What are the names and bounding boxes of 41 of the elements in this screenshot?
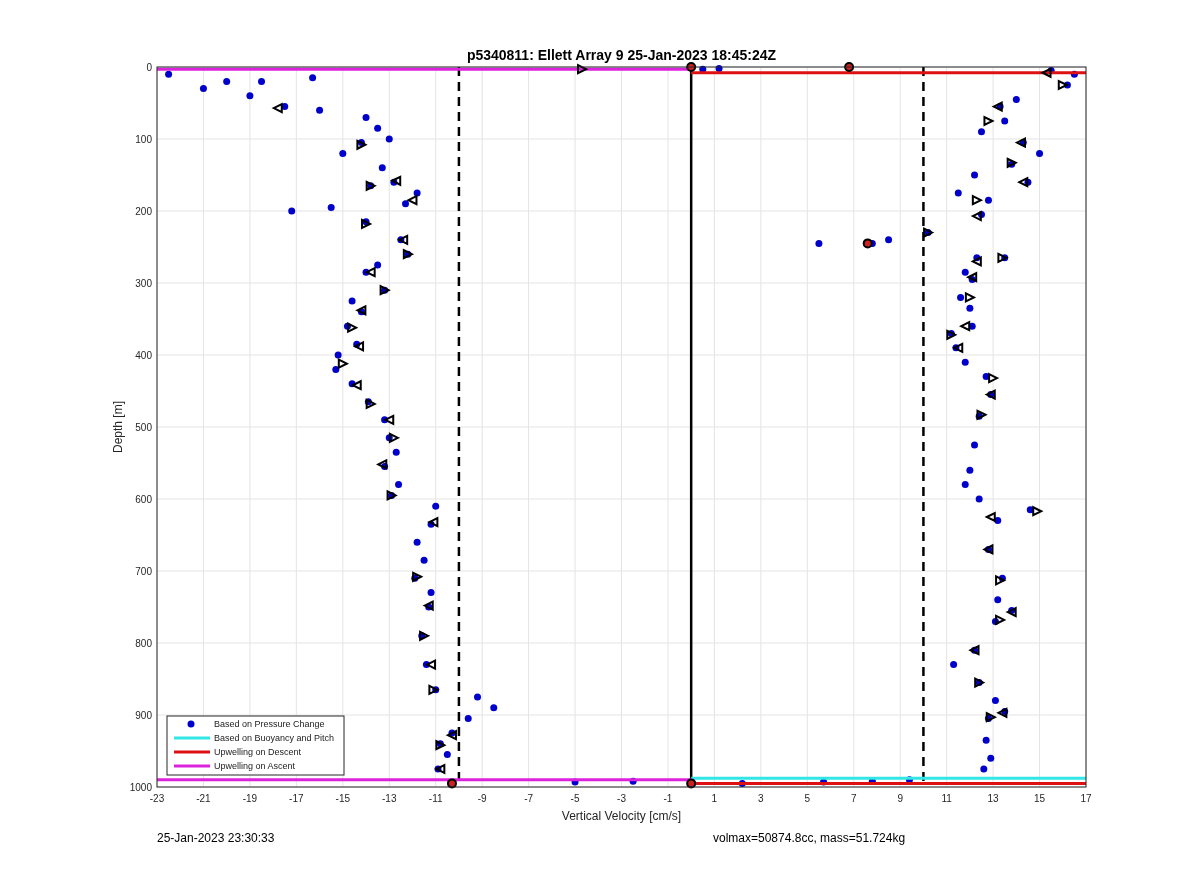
y-tick-label: 300	[135, 278, 152, 289]
x-tick-label: -13	[382, 793, 397, 804]
y-tick-label: 600	[135, 494, 152, 505]
legend-label: Based on Pressure Change	[214, 719, 325, 729]
x-tick-label: -19	[242, 793, 258, 804]
x-tick-label: 7	[850, 793, 857, 804]
x-tick-label: 1	[711, 793, 718, 804]
y-tick-label: 200	[135, 206, 152, 217]
x-tick-label: 3	[758, 793, 764, 804]
volume-mass-text: volmax=50874.8cc, mass=51.724kg	[713, 830, 906, 846]
y-tick-label: 100	[135, 134, 152, 145]
x-tick-label: 15	[1034, 793, 1046, 804]
x-axis-label: Vertical Velocity [cm/s]	[561, 809, 682, 823]
y-tick-label: 0	[146, 62, 152, 73]
legend-label: Based on Buoyancy and Pitch	[214, 733, 335, 743]
chart-title: p5340811: Ellett Array 9 25-Jan-2023 18:45:24Z	[466, 47, 777, 63]
timestamp-text: 25-Jan-2023 23:30:33	[157, 830, 276, 846]
x-tick-label: 5	[804, 793, 811, 804]
x-tick-label: -23	[149, 793, 165, 804]
legend-label: Upwelling on Ascent	[214, 761, 296, 771]
x-tick-label: -5	[570, 793, 580, 804]
y-tick-label: 700	[135, 566, 152, 577]
x-tick-label: -1	[663, 793, 673, 804]
x-tick-label: -7	[524, 793, 534, 804]
x-tick-label: -17	[289, 793, 304, 804]
x-tick-label: 11	[941, 793, 952, 804]
y-tick-label: 800	[135, 638, 152, 649]
x-tick-label: 13	[987, 793, 999, 804]
y-tick-label: 1000	[129, 782, 152, 793]
y-tick-label: 500	[135, 422, 152, 433]
y-tick-label: 900	[135, 710, 152, 721]
legend-label: Upwelling on Descent	[214, 747, 302, 757]
x-tick-label: -15	[335, 793, 351, 804]
x-tick-label: 17	[1080, 793, 1092, 804]
y-axis-label: Depth [m]	[111, 401, 125, 453]
x-tick-label: -21	[196, 793, 211, 804]
x-tick-label: 9	[897, 793, 903, 804]
y-tick-label: 400	[135, 350, 152, 361]
x-tick-label: -3	[617, 793, 626, 804]
x-tick-label: -9	[477, 793, 487, 804]
x-tick-label: -11	[428, 793, 443, 804]
